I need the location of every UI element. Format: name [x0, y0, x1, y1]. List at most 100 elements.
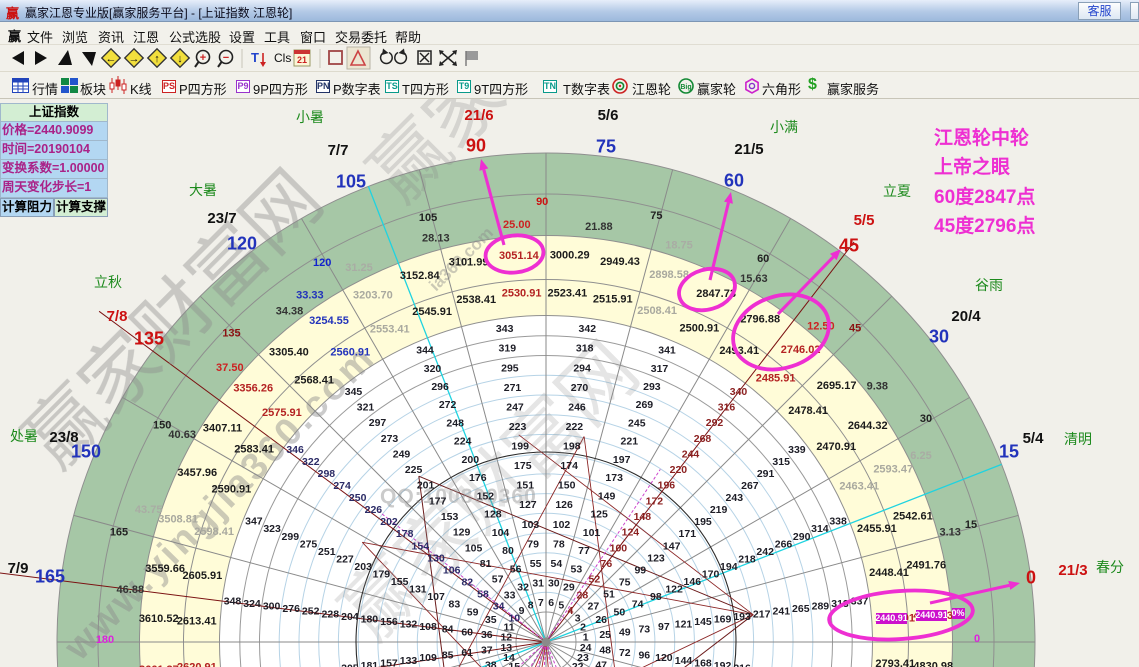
- svg-text:173: 173: [605, 472, 623, 484]
- svg-text:3000.29: 3000.29: [550, 250, 590, 262]
- svg-text:150: 150: [153, 420, 171, 432]
- svg-text:←: ←: [106, 53, 117, 65]
- svg-text:3203.70: 3203.70: [353, 290, 393, 302]
- svg-text:60: 60: [757, 253, 769, 265]
- svg-text:2485.91: 2485.91: [756, 373, 796, 385]
- svg-text:172: 172: [646, 495, 664, 507]
- svg-text:45度2796点: 45度2796点: [934, 214, 1035, 237]
- svg-text:30: 30: [548, 578, 560, 590]
- svg-text:6: 6: [548, 597, 554, 609]
- svg-text:80: 80: [502, 545, 514, 557]
- svg-text:204: 204: [341, 611, 359, 623]
- svg-text:QQ:100800360: QQ:100800360: [380, 485, 537, 508]
- svg-text:83: 83: [449, 599, 461, 611]
- svg-text:7/8: 7/8: [107, 308, 128, 325]
- svg-text:319: 319: [499, 343, 517, 355]
- svg-text:321: 321: [357, 402, 375, 414]
- svg-text:133: 133: [400, 655, 418, 667]
- svg-text:+: +: [200, 52, 206, 64]
- svg-text:125: 125: [590, 509, 608, 521]
- svg-text:192: 192: [714, 660, 732, 667]
- svg-text:198: 198: [563, 441, 581, 453]
- svg-text:146: 146: [684, 576, 702, 588]
- svg-text:43.75: 43.75: [135, 504, 163, 516]
- svg-text:81: 81: [480, 558, 492, 570]
- svg-text:3305.40: 3305.40: [269, 346, 309, 358]
- svg-text:47: 47: [595, 660, 607, 667]
- svg-text:120: 120: [655, 652, 673, 664]
- svg-text:61: 61: [461, 647, 473, 659]
- svg-text:9.38: 9.38: [867, 380, 888, 392]
- svg-text:252: 252: [302, 606, 320, 618]
- svg-text:148: 148: [634, 511, 652, 523]
- svg-text:2538.41: 2538.41: [456, 294, 496, 306]
- svg-text:2553.41: 2553.41: [370, 324, 410, 336]
- svg-text:上帝之眼: 上帝之眼: [934, 155, 1010, 178]
- svg-text:2440.91: 2440.91: [915, 610, 948, 620]
- svg-text:−: −: [223, 52, 229, 64]
- svg-text:49: 49: [619, 626, 631, 638]
- svg-text:37: 37: [481, 645, 493, 657]
- svg-text:75: 75: [596, 136, 616, 156]
- svg-text:97: 97: [658, 621, 670, 633]
- svg-text:21/6: 21/6: [464, 107, 493, 124]
- svg-text:109: 109: [419, 652, 437, 664]
- svg-text:2620.91: 2620.91: [177, 661, 217, 667]
- svg-text:15: 15: [999, 441, 1019, 461]
- svg-text:处暑: 处暑: [10, 428, 38, 444]
- svg-text:180: 180: [96, 634, 114, 646]
- svg-text:274: 274: [333, 480, 351, 492]
- svg-text:315: 315: [772, 456, 790, 468]
- svg-text:193: 193: [733, 611, 751, 623]
- svg-text:151: 151: [517, 480, 535, 492]
- svg-text:314: 314: [811, 523, 829, 535]
- svg-text:2440.91: 2440.91: [875, 613, 908, 623]
- svg-text:99: 99: [634, 564, 646, 576]
- svg-text:103: 103: [522, 519, 540, 531]
- svg-text:3559.66: 3559.66: [145, 563, 185, 575]
- svg-text:219: 219: [710, 504, 728, 516]
- svg-text:3254.55: 3254.55: [309, 315, 349, 327]
- svg-text:23/7: 23/7: [207, 210, 236, 227]
- svg-text:37.50: 37.50: [216, 362, 244, 374]
- svg-text:90: 90: [536, 196, 548, 208]
- svg-text:57: 57: [492, 574, 504, 586]
- svg-text:59: 59: [467, 606, 479, 618]
- svg-text:2: 2: [580, 621, 586, 633]
- svg-text:180: 180: [361, 613, 379, 625]
- svg-text:8: 8: [528, 600, 534, 612]
- svg-text:273: 273: [381, 433, 399, 445]
- svg-text:266: 266: [775, 538, 793, 550]
- svg-text:338: 338: [829, 516, 847, 528]
- svg-text:21: 21: [297, 55, 307, 65]
- svg-text:226: 226: [365, 504, 383, 516]
- svg-text:265: 265: [792, 603, 810, 615]
- svg-text:2644.32: 2644.32: [848, 420, 888, 432]
- svg-text:200: 200: [462, 454, 480, 466]
- svg-text:32: 32: [517, 582, 529, 594]
- svg-text:106: 106: [443, 564, 461, 576]
- svg-text:28: 28: [577, 589, 589, 601]
- svg-text:270: 270: [571, 382, 589, 394]
- svg-text:2575.91: 2575.91: [262, 407, 302, 419]
- svg-text:322: 322: [302, 456, 320, 468]
- svg-text:126: 126: [555, 499, 573, 511]
- svg-text:→: →: [129, 53, 140, 65]
- svg-text:218: 218: [738, 553, 756, 565]
- svg-text:228: 228: [322, 608, 340, 620]
- svg-text:15.63: 15.63: [740, 273, 768, 285]
- svg-text:203: 203: [354, 561, 372, 573]
- svg-text:3356.26: 3356.26: [233, 382, 273, 394]
- svg-text:54: 54: [551, 558, 563, 570]
- svg-text:2613.41: 2613.41: [177, 616, 217, 628]
- svg-text:55: 55: [530, 558, 542, 570]
- svg-text:295: 295: [501, 362, 519, 374]
- svg-text:2508.41: 2508.41: [637, 305, 677, 317]
- svg-text:3457.96: 3457.96: [177, 467, 217, 479]
- svg-text:2793.41: 2793.41: [875, 658, 915, 667]
- svg-text:339: 339: [788, 444, 806, 456]
- svg-text:53: 53: [571, 563, 583, 575]
- svg-text:169: 169: [714, 613, 732, 625]
- svg-text:76: 76: [601, 558, 613, 570]
- svg-text:221: 221: [621, 436, 639, 448]
